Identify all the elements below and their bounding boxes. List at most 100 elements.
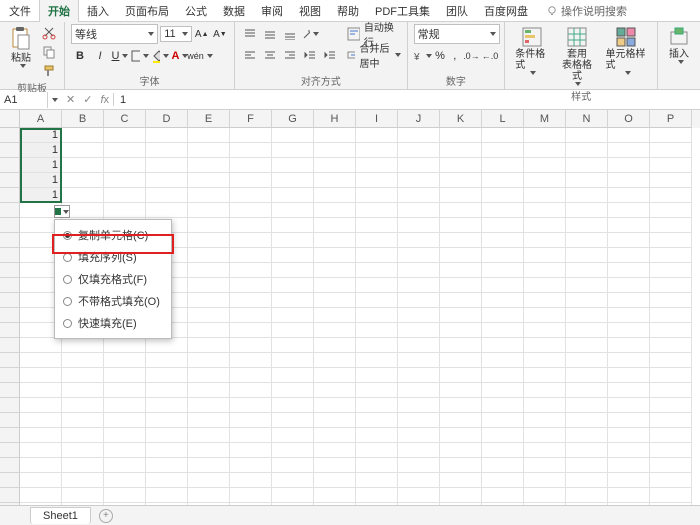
cell[interactable] bbox=[524, 143, 566, 158]
row-header[interactable] bbox=[0, 293, 20, 308]
cell[interactable] bbox=[566, 398, 608, 413]
cell[interactable] bbox=[650, 218, 692, 233]
fill-copy-cells[interactable]: 复制单元格(C) bbox=[55, 224, 171, 246]
cell[interactable] bbox=[440, 443, 482, 458]
cell[interactable] bbox=[20, 353, 62, 368]
cell[interactable] bbox=[650, 278, 692, 293]
cell[interactable] bbox=[104, 428, 146, 443]
cell[interactable] bbox=[524, 308, 566, 323]
cell[interactable] bbox=[398, 443, 440, 458]
cell[interactable] bbox=[230, 473, 272, 488]
tab-help[interactable]: 帮助 bbox=[329, 0, 367, 22]
cell[interactable] bbox=[20, 488, 62, 503]
cell[interactable] bbox=[230, 353, 272, 368]
cell[interactable] bbox=[440, 428, 482, 443]
cell[interactable] bbox=[230, 398, 272, 413]
cell[interactable] bbox=[146, 368, 188, 383]
cell[interactable] bbox=[272, 248, 314, 263]
cell[interactable] bbox=[650, 143, 692, 158]
cell[interactable] bbox=[566, 143, 608, 158]
cell[interactable] bbox=[104, 398, 146, 413]
cell[interactable] bbox=[482, 323, 524, 338]
cell[interactable] bbox=[650, 443, 692, 458]
cell[interactable] bbox=[230, 128, 272, 143]
cell[interactable] bbox=[20, 338, 62, 353]
cell[interactable] bbox=[272, 308, 314, 323]
row-header[interactable] bbox=[0, 233, 20, 248]
cell[interactable] bbox=[230, 188, 272, 203]
cell[interactable] bbox=[524, 488, 566, 503]
cell[interactable] bbox=[398, 353, 440, 368]
cell[interactable] bbox=[314, 248, 356, 263]
cell[interactable] bbox=[356, 458, 398, 473]
cell[interactable] bbox=[314, 293, 356, 308]
dedent-button[interactable] bbox=[301, 46, 319, 64]
cell[interactable] bbox=[566, 128, 608, 143]
cell[interactable] bbox=[566, 383, 608, 398]
cell[interactable] bbox=[650, 233, 692, 248]
tab-data[interactable]: 数据 bbox=[215, 0, 253, 22]
font-family-combo[interactable]: 等线 bbox=[71, 24, 158, 44]
col-header[interactable]: K bbox=[440, 110, 482, 128]
tab-view[interactable]: 视图 bbox=[291, 0, 329, 22]
cell[interactable] bbox=[272, 398, 314, 413]
cell[interactable] bbox=[524, 218, 566, 233]
cell-style-button[interactable]: 单元格样式 bbox=[602, 24, 651, 77]
cell[interactable] bbox=[482, 293, 524, 308]
cell[interactable] bbox=[188, 368, 230, 383]
cell[interactable] bbox=[482, 263, 524, 278]
cell[interactable] bbox=[440, 323, 482, 338]
cell[interactable] bbox=[356, 398, 398, 413]
cell[interactable] bbox=[356, 218, 398, 233]
cell[interactable] bbox=[272, 368, 314, 383]
cell[interactable] bbox=[524, 128, 566, 143]
cell[interactable] bbox=[608, 173, 650, 188]
cell[interactable] bbox=[440, 278, 482, 293]
cell[interactable] bbox=[440, 203, 482, 218]
cell[interactable] bbox=[146, 353, 188, 368]
cell[interactable] bbox=[566, 203, 608, 218]
cell[interactable] bbox=[230, 488, 272, 503]
cell[interactable] bbox=[20, 368, 62, 383]
cell[interactable] bbox=[440, 143, 482, 158]
cell[interactable] bbox=[440, 458, 482, 473]
row-header[interactable] bbox=[0, 458, 20, 473]
autofill-options-button[interactable] bbox=[54, 205, 70, 218]
cell[interactable] bbox=[482, 473, 524, 488]
cell[interactable] bbox=[188, 413, 230, 428]
cell[interactable] bbox=[272, 293, 314, 308]
cell[interactable] bbox=[608, 248, 650, 263]
cell[interactable] bbox=[608, 473, 650, 488]
cell[interactable] bbox=[398, 278, 440, 293]
cell[interactable] bbox=[566, 353, 608, 368]
cell[interactable] bbox=[608, 188, 650, 203]
cell[interactable] bbox=[398, 308, 440, 323]
cell[interactable] bbox=[524, 323, 566, 338]
cell[interactable] bbox=[356, 188, 398, 203]
cell[interactable] bbox=[650, 158, 692, 173]
cell[interactable] bbox=[272, 233, 314, 248]
cell[interactable] bbox=[440, 338, 482, 353]
cell[interactable] bbox=[356, 128, 398, 143]
align-middle-button[interactable] bbox=[261, 25, 279, 43]
cell[interactable] bbox=[608, 398, 650, 413]
cell[interactable] bbox=[62, 353, 104, 368]
cell[interactable] bbox=[482, 128, 524, 143]
cell[interactable] bbox=[566, 458, 608, 473]
cell[interactable] bbox=[188, 218, 230, 233]
cell[interactable] bbox=[314, 173, 356, 188]
cell[interactable] bbox=[188, 323, 230, 338]
cell[interactable] bbox=[608, 368, 650, 383]
formula-input[interactable]: 1 bbox=[114, 92, 132, 108]
copy-button[interactable] bbox=[40, 43, 58, 61]
cell[interactable] bbox=[524, 293, 566, 308]
cell[interactable] bbox=[272, 338, 314, 353]
table-format-button[interactable]: 套用 表格格式 bbox=[556, 24, 597, 88]
cell[interactable] bbox=[650, 263, 692, 278]
cell[interactable] bbox=[230, 383, 272, 398]
cell[interactable] bbox=[314, 278, 356, 293]
tab-file[interactable]: 文件 bbox=[1, 0, 39, 22]
cell[interactable] bbox=[230, 308, 272, 323]
cell[interactable] bbox=[314, 218, 356, 233]
cell[interactable] bbox=[440, 398, 482, 413]
